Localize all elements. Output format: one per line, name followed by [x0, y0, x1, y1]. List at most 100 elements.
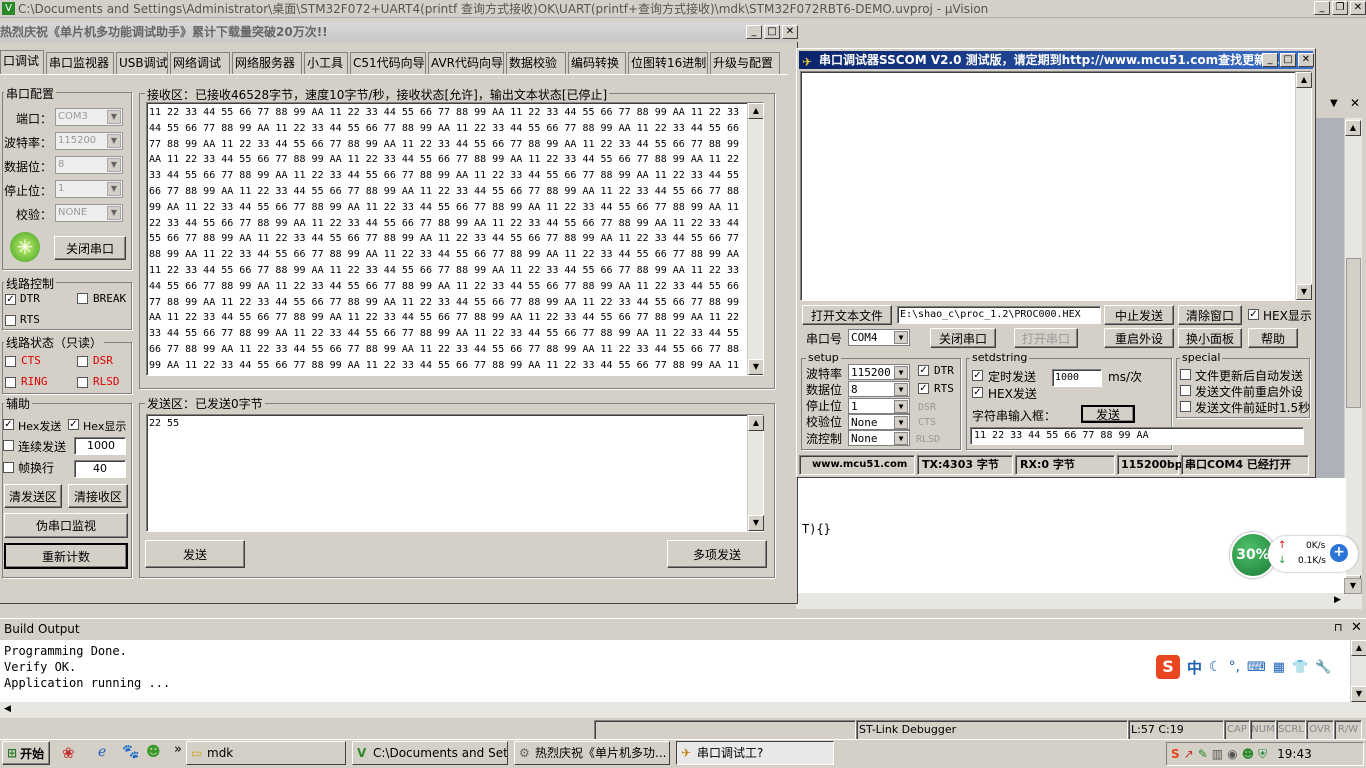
delay-before-send-checkbox[interactable]	[1180, 401, 1191, 412]
dropdown-arrow-icon[interactable]: ▼	[1330, 98, 1338, 109]
tab-tools[interactable]: 小工具	[304, 52, 348, 74]
scroll-down-icon[interactable]: ▼	[1351, 686, 1366, 702]
tab-network-server[interactable]: 网络服务器	[232, 52, 302, 74]
scroll-up-icon[interactable]: ▲	[1296, 72, 1312, 88]
continuous-send-checkbox[interactable]	[3, 440, 14, 451]
grid-icon[interactable]: ▦	[1273, 660, 1285, 675]
parity-select[interactable]: NONE ▼	[55, 204, 123, 222]
rts-checkbox[interactable]	[5, 315, 16, 326]
frame-length-input[interactable]: 40	[74, 460, 126, 478]
maximize-icon[interactable]: □	[764, 25, 780, 39]
tray-tool-icon[interactable]: ✎	[1198, 747, 1208, 761]
ime-toolbar[interactable]: S 中 ☾ °, ⌨ ▦ 👕 🔧	[1154, 654, 1340, 680]
tab-bitmap-hex[interactable]: 位图转16进制	[628, 52, 708, 74]
tray-arrow-icon[interactable]: ↗	[1184, 747, 1194, 761]
quicklaunch-green-icon[interactable]: ☻	[146, 744, 161, 760]
minimize-icon[interactable]: _	[1262, 53, 1278, 67]
scroll-down-icon[interactable]: ▼	[1344, 578, 1362, 594]
close-port-button[interactable]: 关闭串口	[930, 328, 996, 348]
stopbits-select[interactable]: 1 ▼	[55, 180, 123, 198]
minimize-icon[interactable]: _	[746, 25, 762, 39]
restore-icon[interactable]: ❐	[1332, 1, 1348, 15]
scroll-down-icon[interactable]: ▼	[748, 359, 763, 375]
sscom-vscroll[interactable]: ▲ ▼	[1295, 72, 1312, 300]
tab-upgrade-config[interactable]: 升级与配置	[710, 52, 780, 74]
restart-before-send-checkbox[interactable]	[1180, 385, 1191, 396]
databits-select[interactable]: 8 ▼	[55, 156, 123, 174]
auto-send-checkbox[interactable]	[1180, 369, 1191, 380]
scroll-down-icon[interactable]: ▼	[748, 515, 764, 531]
switch-panel-button[interactable]: 换小面板	[1178, 328, 1242, 348]
hex-send-checkbox[interactable]: ✓	[3, 419, 14, 430]
ie-icon[interactable]: ℯ	[98, 744, 106, 760]
reset-count-button[interactable]: 重新计数	[4, 543, 128, 569]
fake-monitor-button[interactable]: 伪串口监视	[4, 513, 128, 538]
multi-send-button[interactable]: 多项发送	[667, 540, 767, 568]
maximize-icon[interactable]: □	[1280, 53, 1296, 67]
sogou-tray-icon[interactable]: S	[1171, 747, 1180, 761]
sscom-receive-area[interactable]: ▲ ▼	[800, 71, 1312, 301]
baud-select[interactable]: 115200 ▼	[55, 132, 123, 150]
sscom-databits-select[interactable]: 8 ▼	[848, 381, 910, 397]
keyboard-icon[interactable]: ⌨	[1247, 660, 1266, 675]
taskbar-item-uvision[interactable]: V C:\Documents and Settin...	[352, 741, 508, 765]
tab-usb-debug[interactable]: USB调试	[116, 52, 168, 74]
sscom-flow-select[interactable]: None ▼	[848, 430, 910, 446]
close-icon[interactable]: ✕	[782, 25, 798, 39]
send-button[interactable]: 发送	[145, 540, 245, 568]
receive-textarea[interactable]: 11 22 33 44 55 66 77 88 99 AA 11 22 33 4…	[146, 102, 764, 376]
sscom-send-button[interactable]: 发送	[1081, 405, 1135, 423]
scroll-right-icon[interactable]: ▶	[1334, 595, 1341, 605]
quicklaunch-more-icon[interactable]: »	[174, 742, 182, 757]
help-button[interactable]: 帮助	[1248, 328, 1298, 348]
scroll-down-icon[interactable]: ▼	[1296, 284, 1312, 300]
open-port-button[interactable]: 打开串口	[1014, 328, 1078, 348]
quicklaunch-app-icon[interactable]: ❀	[62, 744, 75, 762]
paw-icon[interactable]: 🐾	[122, 744, 139, 760]
build-output-hscroll[interactable]: ◀	[0, 702, 1366, 718]
build-output-panel[interactable]: Programming Done. Verify OK. Application…	[0, 640, 1350, 702]
close-icon[interactable]: ✕	[1350, 1, 1366, 15]
skin-icon[interactable]: 👕	[1292, 660, 1308, 675]
hex-display-checkbox[interactable]: ✓	[68, 419, 79, 430]
tray-green-icon[interactable]: ☻	[1242, 747, 1255, 761]
open-file-button[interactable]: 打开文本文件	[802, 305, 892, 325]
taskbar-item-assistant[interactable]: ⚙ 热烈庆祝《单片机多功...	[514, 741, 670, 765]
panel-close-icon[interactable]: ✕	[1350, 96, 1360, 110]
editor-vscroll[interactable]: ▲ ▼	[1344, 118, 1362, 593]
scroll-thumb[interactable]	[1346, 258, 1361, 408]
hex-send-checkbox[interactable]: ✓	[972, 387, 983, 398]
file-path-input[interactable]: E:\shao_c\proc_1.2\PROC000.HEX	[897, 306, 1101, 324]
close-port-button[interactable]: 关闭串口	[54, 236, 126, 260]
break-checkbox[interactable]	[77, 293, 88, 304]
punctuation-icon[interactable]: °,	[1229, 659, 1240, 675]
port-select[interactable]: COM3 ▼	[55, 108, 123, 126]
tab-checksum[interactable]: 数据校验	[506, 52, 566, 74]
tab-avr-wizard[interactable]: AVR代码向导	[428, 52, 504, 74]
send-vscroll[interactable]: ▲ ▼	[747, 415, 764, 531]
close-icon[interactable]: ✕	[1298, 53, 1314, 67]
string-input[interactable]: 11 22 33 44 55 66 77 88 99 AA	[970, 427, 1304, 445]
scroll-up-icon[interactable]: ▲	[1345, 120, 1361, 136]
sscom-rts-checkbox[interactable]: ✓	[918, 383, 929, 394]
network-icon[interactable]: ▥	[1212, 747, 1223, 761]
wrench-icon[interactable]: 🔧	[1315, 660, 1331, 675]
editor-hscroll[interactable]: ▶	[796, 593, 1346, 609]
tab-network-debug[interactable]: 网络调试	[170, 52, 230, 74]
frame-break-checkbox[interactable]	[3, 462, 14, 473]
scroll-up-icon[interactable]: ▲	[1351, 640, 1366, 656]
sscom-baud-select[interactable]: 115200 ▼	[848, 364, 910, 380]
sscom-parity-select[interactable]: None ▼	[848, 414, 910, 430]
tab-encoding[interactable]: 编码转换	[568, 52, 626, 74]
scroll-up-icon[interactable]: ▲	[748, 415, 764, 431]
stop-send-button[interactable]: 中止发送	[1104, 305, 1174, 325]
pin-icon[interactable]: ⊓	[1334, 621, 1343, 634]
hex-display-checkbox[interactable]: ✓	[1248, 309, 1259, 320]
taskbar-item-sscom[interactable]: ✈ 串口调试工?	[676, 741, 834, 765]
send-textarea[interactable]: 22 55 ▲ ▼	[146, 414, 764, 532]
build-output-vscroll[interactable]: ▲ ▼	[1350, 640, 1366, 702]
sscom-dtr-checkbox[interactable]: ✓	[918, 365, 929, 376]
security-shield-icon[interactable]: ⛨	[1258, 747, 1267, 762]
timed-send-checkbox[interactable]: ✓	[972, 370, 983, 381]
receive-vscroll[interactable]: ▲ ▼	[747, 103, 763, 375]
